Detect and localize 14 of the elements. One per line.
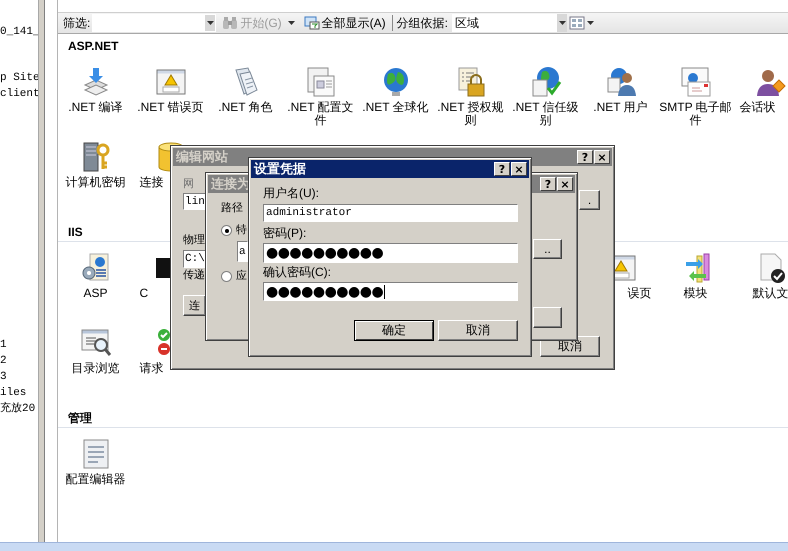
- section-header: ASP.NET: [67, 38, 120, 55]
- field-label: 传递: [183, 269, 206, 282]
- dialog-title: 设置凭据: [254, 160, 306, 178]
- group-by-label: 分组依据:: [396, 14, 448, 32]
- field-label: 网: [183, 178, 195, 191]
- field-label: 密码(P):: [263, 227, 308, 240]
- filter-label: 筛选:: [63, 14, 90, 32]
- option-label: 应: [236, 270, 247, 283]
- option-label: 特: [236, 224, 247, 237]
- field-label: 确认密码(C):: [263, 266, 332, 279]
- dialog-title: 编辑网站: [176, 148, 228, 166]
- section-header: 管理: [58, 408, 788, 428]
- field-label: 用户名(U):: [263, 187, 320, 200]
- field-label: 路径: [221, 202, 244, 215]
